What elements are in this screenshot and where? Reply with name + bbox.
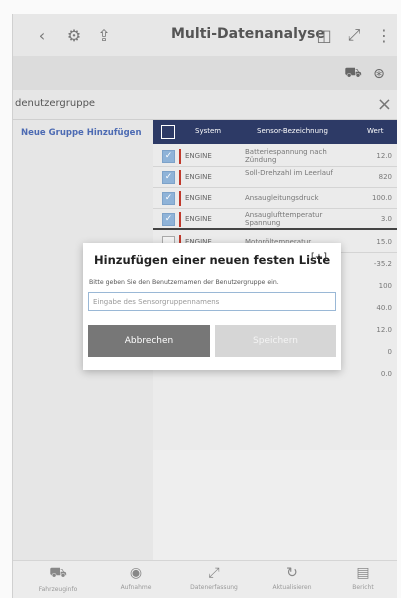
table-row[interactable]: ✓ ENGINE Soll-Drehzahl im Leerlauf 820 <box>153 167 397 188</box>
row-value: 100 <box>378 282 392 290</box>
tab-data-capture[interactable]: ⤢ Datenerfassung <box>189 565 239 591</box>
row-value: 820 <box>378 173 392 181</box>
close-icon[interactable]: × <box>377 94 392 115</box>
record-icon: ◉ <box>129 565 143 581</box>
user-group-bar: denutzergruppe × <box>13 90 397 120</box>
table-row[interactable]: ✓ ENGINE Ansauglufttemperatur Spannung 3… <box>153 209 397 230</box>
report-icon: ▤ <box>356 565 370 581</box>
car-diagnostics-icon[interactable]: ◫ <box>313 24 335 46</box>
tab-label: Fahrzeuginfo <box>38 586 78 593</box>
tab-refresh[interactable]: ↻ Aktualisieren <box>267 565 317 591</box>
row-sensor: Soll-Drehzahl im Leerlauf <box>245 169 333 177</box>
row-value: 3.0 <box>380 215 392 223</box>
secondary-toolbar: ⛟ ⊛ <box>13 56 397 90</box>
row-sensor: Ansaugleitungsdruck <box>245 194 319 202</box>
system-marker <box>179 149 181 164</box>
row-system: ENGINE <box>185 173 212 181</box>
tab-label: Aufnahme <box>120 584 152 591</box>
save-button[interactable]: Speichern <box>215 325 336 357</box>
row-value: 12.0 <box>376 152 392 160</box>
cancel-button[interactable]: Abbrechen <box>88 325 210 357</box>
header-sensor[interactable]: Sensor-Bezeichnung <box>257 127 328 135</box>
row-value: 100.0 <box>371 194 392 202</box>
tab-vehicle-info[interactable]: ⛟ Fahrzeuginfo <box>33 565 83 593</box>
tab-record[interactable]: ◉ Aufnahme <box>111 565 161 591</box>
expand-icon[interactable]: [+] <box>311 252 327 263</box>
row-checkbox[interactable]: ✓ <box>162 213 175 226</box>
dialog-title: Hinzufügen einer neuen festen Liste <box>94 253 331 267</box>
table-header: System Sensor-Bezeichnung Wert <box>153 120 397 144</box>
row-checkbox[interactable]: ✓ <box>162 171 175 184</box>
add-list-dialog: Hinzufügen einer neuen festen Liste [+] … <box>83 243 341 370</box>
vehicle-icon[interactable]: ⛟ <box>343 64 363 84</box>
row-value: 40.0 <box>376 304 392 312</box>
share-icon[interactable]: ⇪ <box>93 24 115 46</box>
dialog-instructions: Bitte geben Sie den Benutzernamen der Be… <box>89 279 279 286</box>
navigation-icon[interactable]: ⊛ <box>369 64 389 84</box>
bottom-tab-bar: ⛟ Fahrzeuginfo ◉ Aufnahme ⤢ Datenerfassu… <box>13 560 397 598</box>
expand-icon[interactable]: ⤢ <box>343 24 365 46</box>
settings-icon[interactable]: ⚙ <box>63 24 85 46</box>
system-marker <box>179 191 181 206</box>
row-divider <box>153 228 397 230</box>
row-value: -35.2 <box>373 260 392 268</box>
row-sensor: Ansauglufttemperatur Spannung <box>245 211 323 227</box>
row-value: 0.0 <box>380 370 392 378</box>
row-value: 12.0 <box>376 326 392 334</box>
row-system: ENGINE <box>185 194 212 202</box>
row-checkbox[interactable]: ✓ <box>162 150 175 163</box>
table-row[interactable]: ✓ ENGINE Ansaugleitungsdruck 100.0 <box>153 188 397 209</box>
back-icon[interactable]: ‹ <box>31 24 53 46</box>
car-icon: ⛟ <box>49 565 67 581</box>
tab-label: Bericht <box>352 584 374 591</box>
row-system: ENGINE <box>185 215 212 223</box>
more-icon[interactable]: ⋮ <box>373 24 395 46</box>
tab-label: Datenerfassung <box>190 584 238 591</box>
user-group-label: denutzergruppe <box>15 98 96 109</box>
header-system: System <box>195 127 222 135</box>
expand-icon: ⤢ <box>208 565 220 581</box>
table-row[interactable]: ✓ ENGINE Batteriespannung nach Zündung 1… <box>153 146 397 167</box>
row-value: 0 <box>387 348 392 356</box>
select-all-checkbox[interactable] <box>161 125 175 139</box>
system-marker <box>179 212 181 227</box>
top-bar: ‹ ⚙ ⇪ Multi-Datenanalyse ◫ ⤢ ⋮ <box>13 14 397 56</box>
row-system: ENGINE <box>185 152 212 160</box>
row-sensor: Batteriespannung nach Zündung <box>245 148 327 164</box>
header-value: Wert <box>367 127 384 135</box>
refresh-icon: ↻ <box>286 565 298 581</box>
row-value: 15.0 <box>376 238 392 246</box>
row-checkbox[interactable]: ✓ <box>162 192 175 205</box>
group-name-input[interactable] <box>88 292 336 311</box>
tab-label: Aktualisieren <box>272 584 312 591</box>
tab-report[interactable]: ▤ Bericht <box>338 565 388 591</box>
page-title: Multi-Datenanalyse <box>171 26 325 42</box>
system-marker <box>179 170 181 185</box>
new-group-link[interactable]: Neue Gruppe Hinzufügen <box>21 128 142 138</box>
